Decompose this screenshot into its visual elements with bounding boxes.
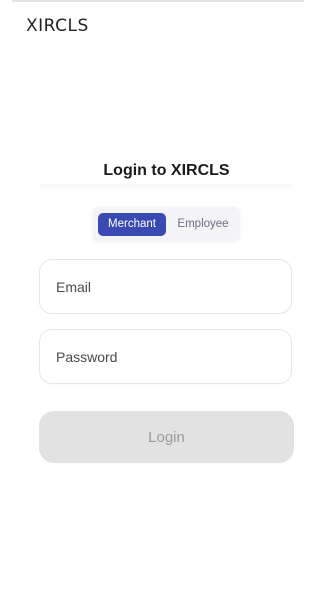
password-field-container <box>39 329 292 384</box>
brand-logo: XIRCLS <box>26 16 89 36</box>
user-type-toggle: Merchant Employee <box>93 207 240 241</box>
title-divider-shadow <box>40 184 292 190</box>
tab-employee[interactable]: Employee <box>170 213 236 236</box>
top-divider <box>12 0 304 2</box>
email-field[interactable] <box>56 260 281 313</box>
email-field-container <box>39 259 292 314</box>
login-screen: XIRCLS Login to XIRCLS Merchant Employee… <box>0 0 333 592</box>
login-button[interactable]: Login <box>39 411 294 463</box>
page-title: Login to XIRCLS <box>103 162 230 179</box>
password-field[interactable] <box>56 330 281 383</box>
tab-merchant[interactable]: Merchant <box>98 213 166 236</box>
